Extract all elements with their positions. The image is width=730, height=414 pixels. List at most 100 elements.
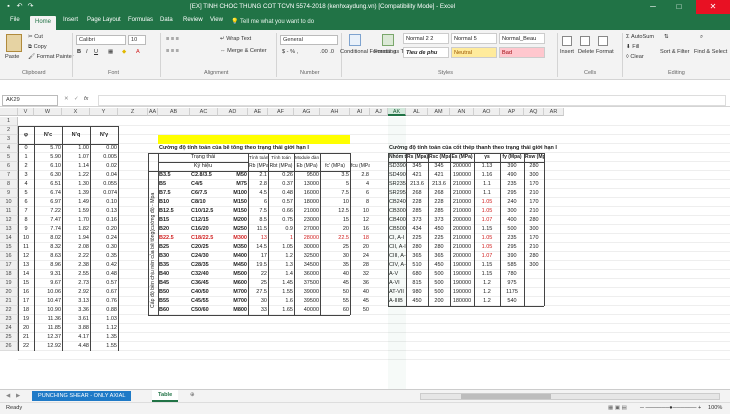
steel-cell[interactable]: 210000 — [450, 198, 474, 207]
row-header[interactable]: 20 — [0, 288, 18, 297]
steel-cell[interactable]: 1.05 — [474, 207, 500, 216]
align-top-icon[interactable]: ≡ ≡ ≡ — [166, 36, 179, 42]
factor-cell[interactable]: 4.48 — [62, 342, 90, 351]
concrete-cell[interactable]: 28000 — [294, 234, 320, 243]
factor-cell[interactable]: 4.17 — [62, 333, 90, 342]
concrete-cell[interactable]: B15 — [158, 216, 190, 225]
row-header[interactable]: 4 — [0, 144, 18, 153]
concrete-cell[interactable]: 32500 — [294, 252, 320, 261]
factor-cell[interactable]: 3.13 — [62, 297, 90, 306]
concrete-cell[interactable]: 12.5 — [320, 207, 350, 216]
row-header[interactable]: 12 — [0, 216, 18, 225]
decimal-icon[interactable]: .00 .0 — [320, 49, 334, 55]
minimize-button[interactable]: ─ — [642, 0, 664, 14]
concrete-cell[interactable]: M100 — [218, 189, 248, 198]
concrete-cell[interactable]: 0.48 — [268, 189, 294, 198]
concrete-sub-head[interactable]: Eb (MPa) — [294, 162, 320, 171]
concrete-cell[interactable]: 13 — [248, 234, 268, 243]
steel-cell[interactable]: 1.2 — [474, 279, 500, 288]
fill-color-icon[interactable]: ◆ — [122, 49, 126, 55]
factor-cell[interactable]: 2.22 — [62, 252, 90, 261]
factor-cell[interactable]: 1.70 — [62, 216, 90, 225]
steel-cell[interactable]: 1.1 — [474, 180, 500, 189]
concrete-cell[interactable]: B10 — [158, 198, 190, 207]
factor-header-2[interactable]: N'q — [62, 126, 90, 144]
concrete-cell[interactable]: C20/25 — [190, 243, 218, 252]
concrete-cell[interactable]: 25 — [248, 279, 268, 288]
concrete-cell[interactable]: M350 — [218, 243, 248, 252]
factor-cell[interactable]: 5.70 — [34, 144, 62, 153]
concrete-cell[interactable]: 4.5 — [248, 189, 268, 198]
steel-cell[interactable]: 228 — [428, 198, 450, 207]
concrete-cell[interactable]: M700 — [218, 288, 248, 297]
factor-cell[interactable]: 15 — [18, 279, 34, 288]
steel-cell[interactable]: 1.15 — [474, 270, 500, 279]
factor-cell[interactable]: 2.08 — [62, 243, 90, 252]
concrete-col-head[interactable]: Tính toán — [268, 153, 294, 162]
concrete-sub-head[interactable]: Rb (MPa) — [248, 162, 268, 171]
style-normal-beau[interactable]: Normal_Beau — [499, 33, 545, 44]
close-button[interactable]: ✕ — [696, 0, 730, 14]
concrete-cell[interactable]: 15 — [320, 216, 350, 225]
concrete-cell[interactable]: B35 — [158, 261, 190, 270]
factor-cell[interactable]: 6.97 — [34, 198, 62, 207]
steel-cell[interactable]: 190000 — [450, 270, 474, 279]
concrete-cell[interactable]: 36000 — [294, 270, 320, 279]
steel-cell[interactable]: 1.15 — [474, 261, 500, 270]
concrete-cell[interactable]: 34500 — [294, 261, 320, 270]
factor-cell[interactable]: 0.16 — [90, 216, 118, 225]
steel-cell[interactable] — [524, 288, 544, 297]
steel-cell[interactable]: 1175 — [500, 288, 524, 297]
steel-cell[interactable]: 240 — [500, 198, 524, 207]
steel-cell[interactable]: 170 — [524, 234, 544, 243]
concrete-cell[interactable]: 20 — [320, 225, 350, 234]
row-header[interactable]: 25 — [0, 333, 18, 342]
tab-view[interactable]: View — [210, 17, 223, 23]
concrete-col-head[interactable]: Module đàn hồi — [294, 153, 320, 162]
concrete-cell[interactable]: C24/30 — [190, 252, 218, 261]
concrete-cell[interactable]: 1.6 — [268, 297, 294, 306]
factor-cell[interactable]: 2 — [18, 162, 34, 171]
row-header[interactable]: 6 — [0, 162, 18, 171]
concrete-cell[interactable]: B55 — [158, 297, 190, 306]
concrete-cell[interactable]: M75 — [218, 180, 248, 189]
concrete-cell[interactable]: 0.37 — [268, 180, 294, 189]
steel-header[interactable]: Rsc (Mpa) — [428, 153, 450, 162]
steel-cell[interactable]: 1.05 — [474, 243, 500, 252]
factor-cell[interactable]: 0.00 — [90, 144, 118, 153]
font-name-select[interactable]: Calibri — [76, 35, 126, 45]
row-header[interactable]: 9 — [0, 189, 18, 198]
concrete-cell[interactable]: C32/40 — [190, 270, 218, 279]
maximize-button[interactable]: □ — [668, 0, 690, 14]
steel-cell[interactable]: 490 — [500, 171, 524, 180]
concrete-cell[interactable]: C10/12.5 — [190, 207, 218, 216]
steel-cell[interactable]: 170 — [524, 180, 544, 189]
concrete-cell[interactable]: 40 — [320, 270, 350, 279]
fx-icon[interactable]: fx — [84, 96, 88, 102]
column-header[interactable]: AM — [428, 108, 450, 116]
column-header[interactable]: AK — [388, 108, 406, 116]
concrete-cell[interactable]: 8.5 — [248, 216, 268, 225]
concrete-cell[interactable]: 0.9 — [268, 225, 294, 234]
concrete-sub-head[interactable]: Rbt (MPa) — [268, 162, 294, 171]
underline-button[interactable]: U — [94, 49, 98, 55]
next-sheet-icon[interactable]: ▶ — [16, 393, 20, 399]
steel-cell[interactable]: 390 — [500, 252, 524, 261]
sort-filter-button[interactable]: Sort & Filter — [660, 49, 690, 55]
column-header[interactable]: AC — [190, 108, 218, 116]
style-tieu-de-phu[interactable]: Tieu de phu — [403, 47, 449, 58]
steel-cell[interactable]: 680 — [406, 270, 428, 279]
concrete-cell[interactable]: 50 — [320, 288, 350, 297]
factor-cell[interactable]: 0.13 — [90, 207, 118, 216]
row-header[interactable]: 22 — [0, 306, 18, 315]
row-header[interactable]: 17 — [0, 261, 18, 270]
concrete-cell[interactable]: B25 — [158, 243, 190, 252]
column-header[interactable]: AP — [500, 108, 524, 116]
steel-cell[interactable]: 1.1 — [474, 189, 500, 198]
delete-cells-icon[interactable] — [580, 36, 590, 46]
factor-cell[interactable]: 0.42 — [90, 261, 118, 270]
steel-cell[interactable]: 421 — [406, 171, 428, 180]
steel-cell[interactable] — [524, 279, 544, 288]
steel-cell[interactable]: 400 — [500, 216, 524, 225]
concrete-cell[interactable]: 6 — [248, 198, 268, 207]
